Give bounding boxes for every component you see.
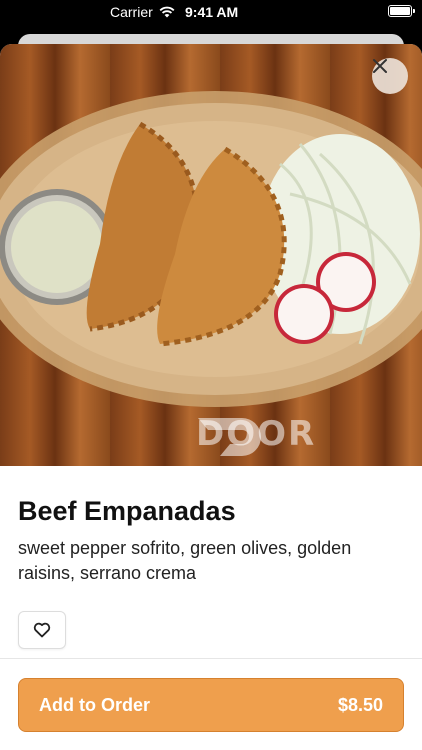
item-price: $8.50 xyxy=(337,694,383,715)
carrier-label: Carrier xyxy=(110,4,153,20)
item-detail-sheet: DOOR Beef Empanadas sweet pepper sofrito… xyxy=(0,44,422,750)
wifi-icon xyxy=(159,6,175,18)
favorite-button[interactable] xyxy=(18,611,66,649)
doordash-logo-icon xyxy=(198,418,261,456)
item-photo: DOOR xyxy=(0,44,422,466)
item-description: sweet pepper sofrito, green olives, gold… xyxy=(18,538,352,583)
heart-icon xyxy=(33,622,51,638)
clock: 9:41 AM xyxy=(185,4,239,20)
carrier-info: Carrier xyxy=(110,4,175,20)
add-to-order-button[interactable]: Add to Order $8.50 xyxy=(18,678,404,732)
battery-icon xyxy=(388,5,415,17)
close-icon xyxy=(373,59,387,73)
status-bar: Carrier 9:41 AM xyxy=(0,0,422,26)
item-title: Beef Empanadas xyxy=(18,496,236,526)
divider xyxy=(0,658,422,659)
watermark: DOOR xyxy=(196,414,316,456)
close-button[interactable] xyxy=(372,58,408,94)
add-to-order-label: Add to Order xyxy=(39,694,150,715)
food-illustration xyxy=(0,91,422,407)
